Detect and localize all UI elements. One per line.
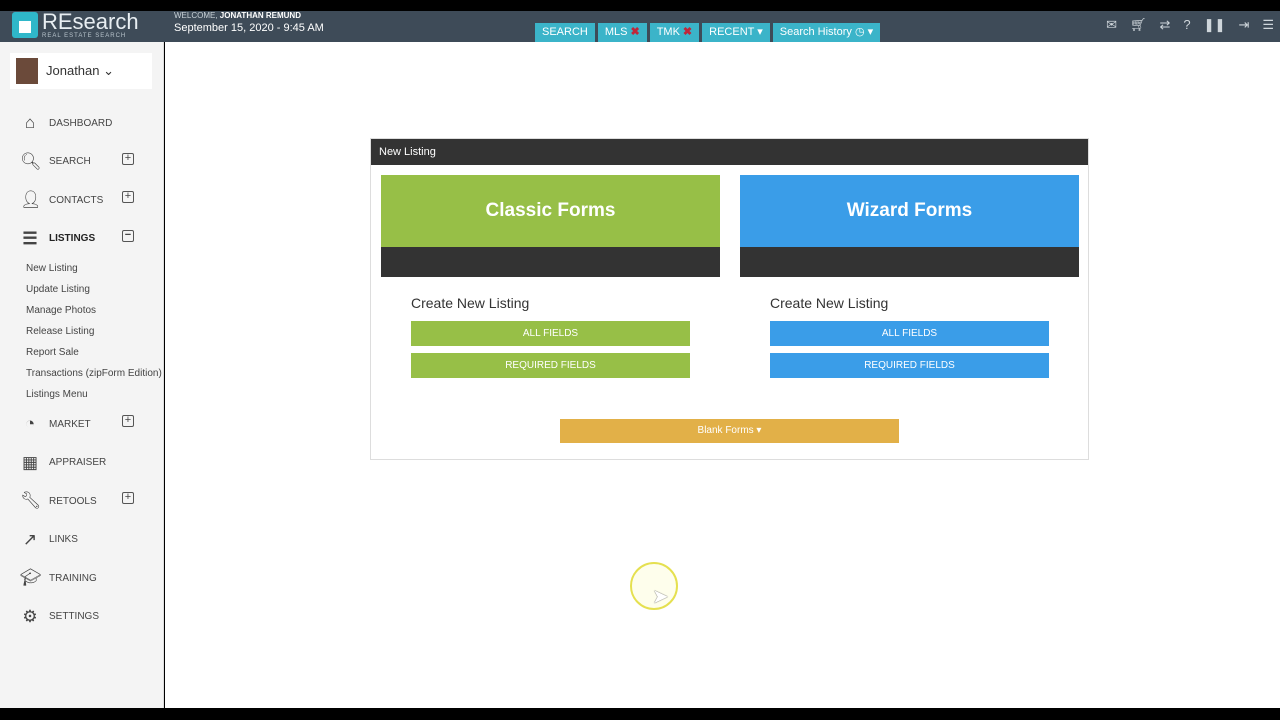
tmk-tab[interactable]: TMK ✖ bbox=[649, 23, 700, 42]
panel-title: New Listing bbox=[371, 139, 1088, 165]
sub-listings-menu[interactable]: Listings Menu bbox=[26, 384, 164, 405]
logo-title: REsearch bbox=[42, 9, 139, 34]
classic-subtitle: Create New Listing bbox=[411, 295, 530, 311]
sidebar-item-listings[interactable]: ☰ LISTINGS − bbox=[0, 220, 164, 259]
top-bar: REsearch REAL ESTATE SEARCH WELCOME, JON… bbox=[0, 11, 1280, 42]
main-content: New Listing Classic Forms Create New Lis… bbox=[165, 42, 1280, 708]
sub-update-listing[interactable]: Update Listing bbox=[26, 279, 164, 300]
wrench-icon: 🔧︎ bbox=[20, 491, 42, 511]
wizard-required-fields-button[interactable]: REQUIRED FIELDS bbox=[770, 353, 1049, 378]
mls-tab[interactable]: MLS ✖ bbox=[597, 23, 647, 42]
sidebar: Jonathan ⌄ ⌂ DASHBOARD 🔍︎ SEARCH + 👤︎ CONTAC… bbox=[0, 42, 164, 708]
sidebar-item-links[interactable]: ↗ LINKS bbox=[0, 521, 164, 560]
sidebar-item-retools[interactable]: 🔧︎ RETOOLS + bbox=[0, 482, 164, 521]
search-history-dropdown[interactable]: Search History ◷ ▾ bbox=[772, 23, 881, 42]
logo-subtitle: REAL ESTATE SEARCH bbox=[42, 33, 127, 39]
label: SEARCH bbox=[542, 26, 588, 38]
label: CONTACTS bbox=[49, 194, 104, 206]
sidebar-item-search[interactable]: 🔍︎ SEARCH + bbox=[0, 143, 164, 182]
gauge-icon: ◔ bbox=[24, 414, 36, 434]
sub-new-listing[interactable]: New Listing bbox=[26, 258, 164, 279]
label: SETTINGS bbox=[49, 611, 100, 623]
sidebar-item-contacts[interactable]: 👤︎ CONTACTS + bbox=[0, 181, 164, 220]
datetime: September 15, 2020 - 9:45 AM bbox=[174, 22, 324, 34]
wizard-all-fields-button[interactable]: ALL FIELDS bbox=[770, 321, 1049, 346]
gears-icon: ⚙ bbox=[22, 606, 38, 626]
sub-transactions[interactable]: Transactions (zipForm Edition) bbox=[26, 363, 164, 384]
logout-icon[interactable]: ⇥ bbox=[1238, 17, 1249, 33]
blank-forms-dropdown[interactable]: Blank Forms ▾ bbox=[560, 419, 899, 443]
sidebar-item-dashboard[interactable]: ⌂ DASHBOARD bbox=[0, 104, 164, 143]
close-icon[interactable]: ✖ bbox=[630, 26, 639, 38]
user-menu[interactable]: Jonathan ⌄ bbox=[10, 53, 152, 89]
expand-icon[interactable]: + bbox=[122, 492, 134, 504]
label: APPRAISER bbox=[49, 457, 107, 469]
graduation-cap-icon: 🎓︎ bbox=[20, 568, 42, 588]
label: LISTINGS bbox=[49, 233, 96, 245]
welcome-text: WELCOME, JONATHAN REMUND bbox=[174, 11, 301, 20]
calculator-icon: ▦ bbox=[21, 452, 39, 472]
help-icon[interactable]: ? bbox=[1183, 17, 1190, 33]
user-label: Jonathan ⌄ bbox=[46, 63, 114, 78]
label: TMK bbox=[656, 26, 680, 38]
user-name: JONATHAN REMUND bbox=[219, 11, 301, 20]
house-logo-icon bbox=[12, 12, 38, 38]
home-icon: ⌂ bbox=[24, 113, 36, 133]
card-divider bbox=[740, 247, 1079, 277]
wizard-forms-title: Wizard Forms bbox=[740, 175, 1079, 247]
expand-icon[interactable]: + bbox=[122, 415, 134, 427]
recent-dropdown[interactable]: RECENT ▾ bbox=[702, 23, 770, 42]
user-icon: 👤︎ bbox=[20, 190, 42, 210]
sub-manage-photos[interactable]: Manage Photos bbox=[26, 300, 164, 321]
logo[interactable]: REsearch REAL ESTATE SEARCH bbox=[12, 9, 139, 39]
sidebar-item-appraiser[interactable]: ▦ APPRAISER bbox=[0, 444, 164, 483]
label: TRAINING bbox=[49, 572, 97, 584]
classic-required-fields-button[interactable]: REQUIRED FIELDS bbox=[411, 353, 690, 378]
label: LINKS bbox=[49, 534, 78, 546]
label: Search History ◷ ▾ bbox=[779, 26, 874, 38]
sidebar-item-training[interactable]: 🎓︎ TRAINING bbox=[0, 559, 164, 598]
collapse-icon[interactable]: − bbox=[122, 229, 134, 242]
cart-icon[interactable]: 🛒︎ bbox=[1130, 17, 1147, 33]
wizard-subtitle: Create New Listing bbox=[770, 295, 889, 311]
label: MLS bbox=[604, 26, 628, 38]
sub-report-sale[interactable]: Report Sale bbox=[26, 342, 164, 363]
retweet-icon[interactable]: ⇄ bbox=[1160, 17, 1171, 33]
classic-all-fields-button[interactable]: ALL FIELDS bbox=[411, 321, 690, 346]
sidebar-item-market[interactable]: ◔ MARKET + bbox=[0, 405, 164, 444]
menu-icon[interactable]: ☰ bbox=[1262, 17, 1274, 33]
expand-icon[interactable]: + bbox=[122, 152, 134, 165]
sidebar-item-settings[interactable]: ⚙ SETTINGS bbox=[0, 598, 164, 637]
pause-icon[interactable]: ❚❚ bbox=[1204, 17, 1226, 33]
avatar bbox=[16, 58, 38, 84]
label: DASHBOARD bbox=[49, 117, 113, 129]
welcome-label: WELCOME, bbox=[174, 11, 218, 20]
label: RETOOLS bbox=[49, 495, 97, 507]
classic-forms-title: Classic Forms bbox=[381, 175, 720, 247]
wizard-forms-card: Wizard Forms Create New Listing ALL FIEL… bbox=[740, 175, 1079, 378]
sub-release-listing[interactable]: Release Listing bbox=[26, 321, 164, 342]
label: MARKET bbox=[49, 418, 91, 430]
search-icon: 🔍︎ bbox=[20, 151, 42, 171]
label: SEARCH bbox=[49, 156, 91, 168]
expand-icon[interactable]: + bbox=[122, 191, 134, 203]
classic-forms-card: Classic Forms Create New Listing ALL FIE… bbox=[381, 175, 720, 378]
label: RECENT ▾ bbox=[709, 26, 763, 38]
mouse-pointer-icon: ➤ bbox=[652, 586, 669, 608]
external-link-icon: ↗ bbox=[22, 529, 38, 549]
card-divider bbox=[381, 247, 720, 277]
search-tab[interactable]: SEARCH bbox=[535, 23, 595, 42]
new-listing-panel: New Listing Classic Forms Create New Lis… bbox=[370, 138, 1089, 460]
close-icon[interactable]: ✖ bbox=[683, 26, 692, 38]
mail-icon[interactable]: ✉ bbox=[1106, 17, 1117, 33]
list-icon: ☰ bbox=[22, 228, 38, 248]
